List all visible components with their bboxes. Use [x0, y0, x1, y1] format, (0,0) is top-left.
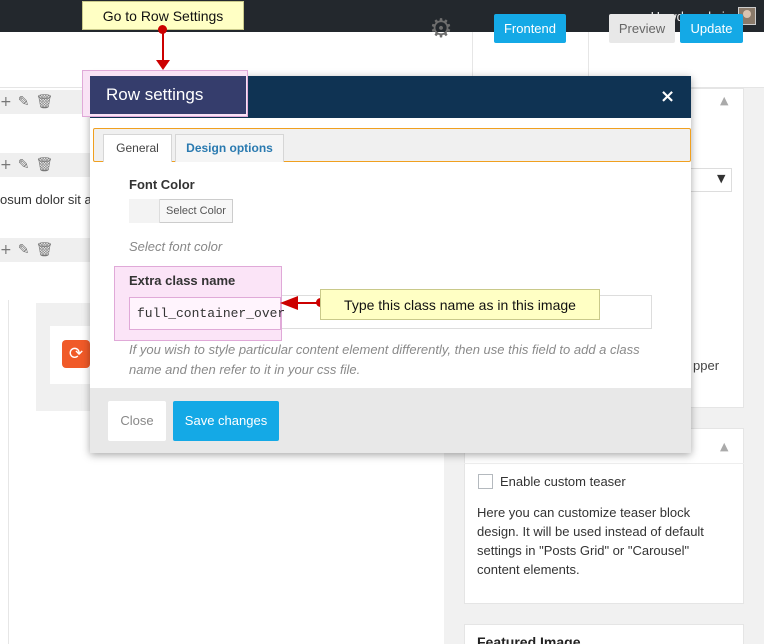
callout-arrow-head — [156, 60, 170, 70]
font-color-help: Select font color — [129, 239, 223, 254]
extra-class-value[interactable]: full_container_over — [137, 306, 285, 321]
close-button[interactable]: Close — [108, 401, 166, 441]
add-icon[interactable]: + — [0, 242, 12, 258]
add-icon[interactable]: + — [0, 94, 12, 110]
refresh-icon: ⟳ — [62, 340, 90, 368]
frontend-button[interactable]: Frontend — [494, 14, 566, 43]
callout-type-class-name: Type this class name as in this image — [320, 289, 600, 320]
enable-teaser-label[interactable]: Enable custom teaser — [500, 474, 626, 489]
save-changes-button[interactable]: Save changes — [173, 401, 279, 441]
modal-title: Row settings — [90, 76, 246, 114]
extra-class-help: If you wish to style particular content … — [129, 342, 640, 377]
column-divider — [8, 300, 9, 644]
collapse-up-icon[interactable]: ▲ — [720, 94, 728, 107]
sidebar-select[interactable] — [690, 168, 732, 192]
select-color-label[interactable]: Select Color — [166, 205, 226, 217]
callout-arrow-head — [280, 296, 298, 310]
row-controls: + ✎ 🗑 — [0, 242, 60, 258]
pencil-icon[interactable]: ✎ — [18, 94, 30, 110]
text-block-preview: osum dolor sit a — [0, 192, 92, 207]
callout-arrow — [162, 30, 164, 62]
teaser-description: Here you can customize teaser block desi… — [477, 505, 704, 577]
close-icon[interactable]: × — [660, 86, 675, 107]
gear-icon[interactable]: ⚙ — [428, 16, 454, 42]
sidebar-partial-text: pper — [693, 358, 720, 373]
trash-icon[interactable]: 🗑 — [35, 157, 53, 173]
collapse-up-icon[interactable]: ▲ — [720, 440, 728, 453]
row-controls: + ✎ 🗑 — [0, 94, 60, 110]
font-color-label: Font Color — [129, 177, 195, 192]
trash-icon[interactable]: 🗑 — [35, 242, 53, 258]
row-controls: + ✎ 🗑 — [0, 157, 60, 173]
tab-design-options[interactable]: Design options — [175, 134, 284, 162]
color-swatch[interactable] — [129, 199, 160, 223]
chevron-down-icon: ▼ — [717, 172, 726, 185]
featured-image-title[interactable]: Featured Image — [477, 634, 580, 644]
pencil-icon[interactable]: ✎ — [18, 242, 30, 258]
update-button[interactable]: Update — [680, 14, 743, 43]
enable-teaser-checkbox[interactable] — [478, 474, 493, 489]
add-icon[interactable]: + — [0, 157, 12, 173]
tab-general[interactable]: General — [103, 134, 172, 162]
preview-button[interactable]: Preview — [609, 14, 675, 43]
extra-class-label: Extra class name — [129, 273, 236, 288]
callout-arrow-dot — [158, 25, 167, 34]
trash-icon[interactable]: 🗑 — [35, 94, 53, 110]
pencil-icon[interactable]: ✎ — [18, 157, 30, 173]
